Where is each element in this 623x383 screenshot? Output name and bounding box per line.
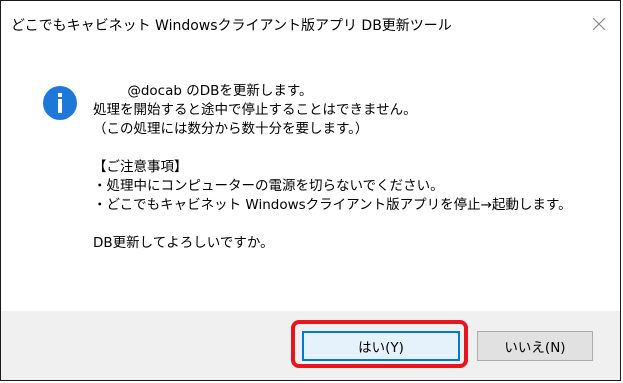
message-line: ・どこでもキャビネット Windowsクライアント版アプリを停止→起動します。 [93,197,572,213]
message-line: （この処理には数分から数十分を要します。） [93,121,369,137]
message-line: ・処理中にコンピューターの電源を切らないでください。 [93,178,444,194]
message-line: 【ご注意事項】 [93,159,188,175]
message-line: 処理を開始すると途中で停止することはできません。 [93,102,417,118]
message-line [93,215,572,234]
title-bar: どこでもキャビネット Windowsクライアント版アプリ DB更新ツール [1,1,620,47]
button-bar: はい(Y) いいえ(N) [1,311,620,380]
window-title: どこでもキャビネット Windowsクライアント版アプリ DB更新ツール [11,18,452,34]
message-line: DB更新してよろしいですか。 [93,235,274,251]
dialog-content: @docab のDBを更新します。 処理を開始すると途中で停止することはできませ… [1,47,620,311]
close-button[interactable] [584,9,614,39]
no-button[interactable]: いいえ(N) [477,331,593,361]
info-icon [43,86,77,120]
dialog-window: どこでもキャビネット Windowsクライアント版アプリ DB更新ツール @do… [0,0,621,381]
message-text: @docab のDBを更新します。 処理を開始すると途中で停止することはできませ… [93,82,572,253]
message-line [93,139,572,158]
close-icon [592,17,606,31]
message-line: @docab のDBを更新します。 [93,83,313,99]
yes-button[interactable]: はい(Y) [302,331,460,361]
